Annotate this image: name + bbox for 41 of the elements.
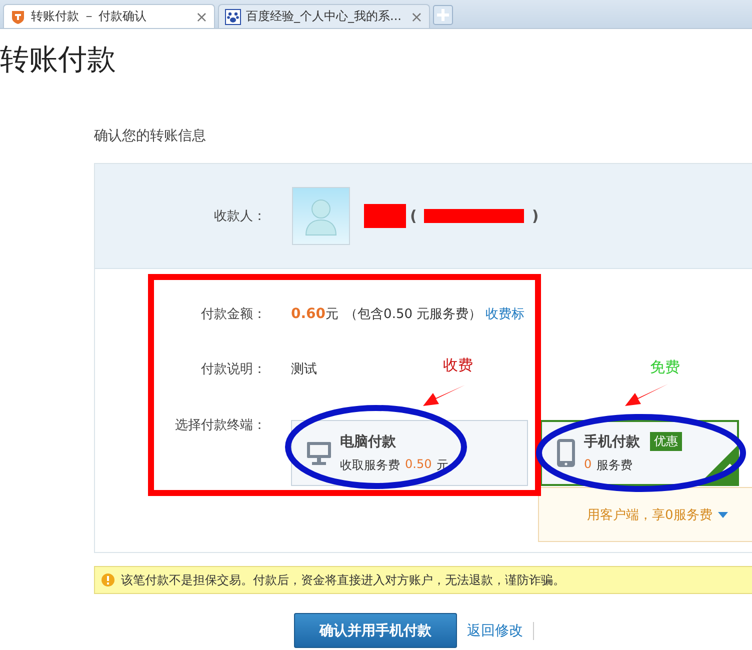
field-label: 付款说明： [201, 362, 266, 377]
dropdown-caret-icon [718, 512, 728, 518]
tab-close-button[interactable]: × [195, 8, 208, 26]
browser-tab[interactable]: 百度经验_个人中心_我的系... × [218, 4, 430, 28]
paw-icon [225, 8, 241, 24]
paren-text: ) [532, 207, 539, 225]
back-link[interactable]: 返回修改 [467, 622, 523, 640]
fee-unit: 服务费 [596, 457, 633, 474]
discount-badge: 优惠 [650, 432, 682, 451]
field-label: 付款金额： [201, 307, 266, 322]
fee-note: （包含0.50 元服务费） [344, 306, 482, 323]
new-tab-icon[interactable] [433, 5, 453, 25]
tip-text: 用客户端，享0服务费 [587, 506, 712, 524]
fee-standard-link[interactable]: 收费标 [486, 305, 525, 323]
page-title: 转账付款 [0, 42, 117, 76]
annotation-label: 收费 [443, 356, 473, 375]
paren-text: ( [410, 207, 417, 225]
avatar-icon [292, 187, 350, 245]
section-title: 确认您的转账信息 [94, 127, 207, 145]
phone-icon [556, 438, 576, 468]
tab-close-button[interactable]: × [410, 8, 423, 26]
annotation-label: 免费 [650, 358, 680, 377]
description-value: 测试 [291, 361, 317, 378]
arrow-icon [423, 385, 465, 406]
amount-value: 0.60 [291, 306, 326, 322]
warning-icon [101, 573, 115, 587]
browser-tab[interactable]: 转账付款 － 付款确认 × [3, 4, 215, 28]
option-title: 电脑付款 [340, 432, 396, 450]
field-label: 选择付款终端： [175, 418, 266, 433]
redaction-mark [364, 204, 406, 228]
fee-amount: 0 [584, 457, 592, 473]
option-title: 手机付款 [584, 432, 640, 450]
monitor-icon [306, 440, 332, 466]
fee-amount: 0.50 [405, 456, 432, 472]
currency-unit: 元 [326, 306, 339, 323]
shield-icon [10, 8, 26, 24]
confirm-button[interactable]: 确认并用手机付款 [294, 613, 457, 648]
fee-label: 收取服务费 [340, 456, 400, 474]
client-tip[interactable]: 用客户端，享0服务费 [538, 487, 752, 542]
warning-text: 该笔付款不是担保交易。付款后，资金将直接进入对方账户，无法退款，谨防诈骗。 [121, 572, 565, 588]
field-label: 收款人： [213, 208, 266, 225]
